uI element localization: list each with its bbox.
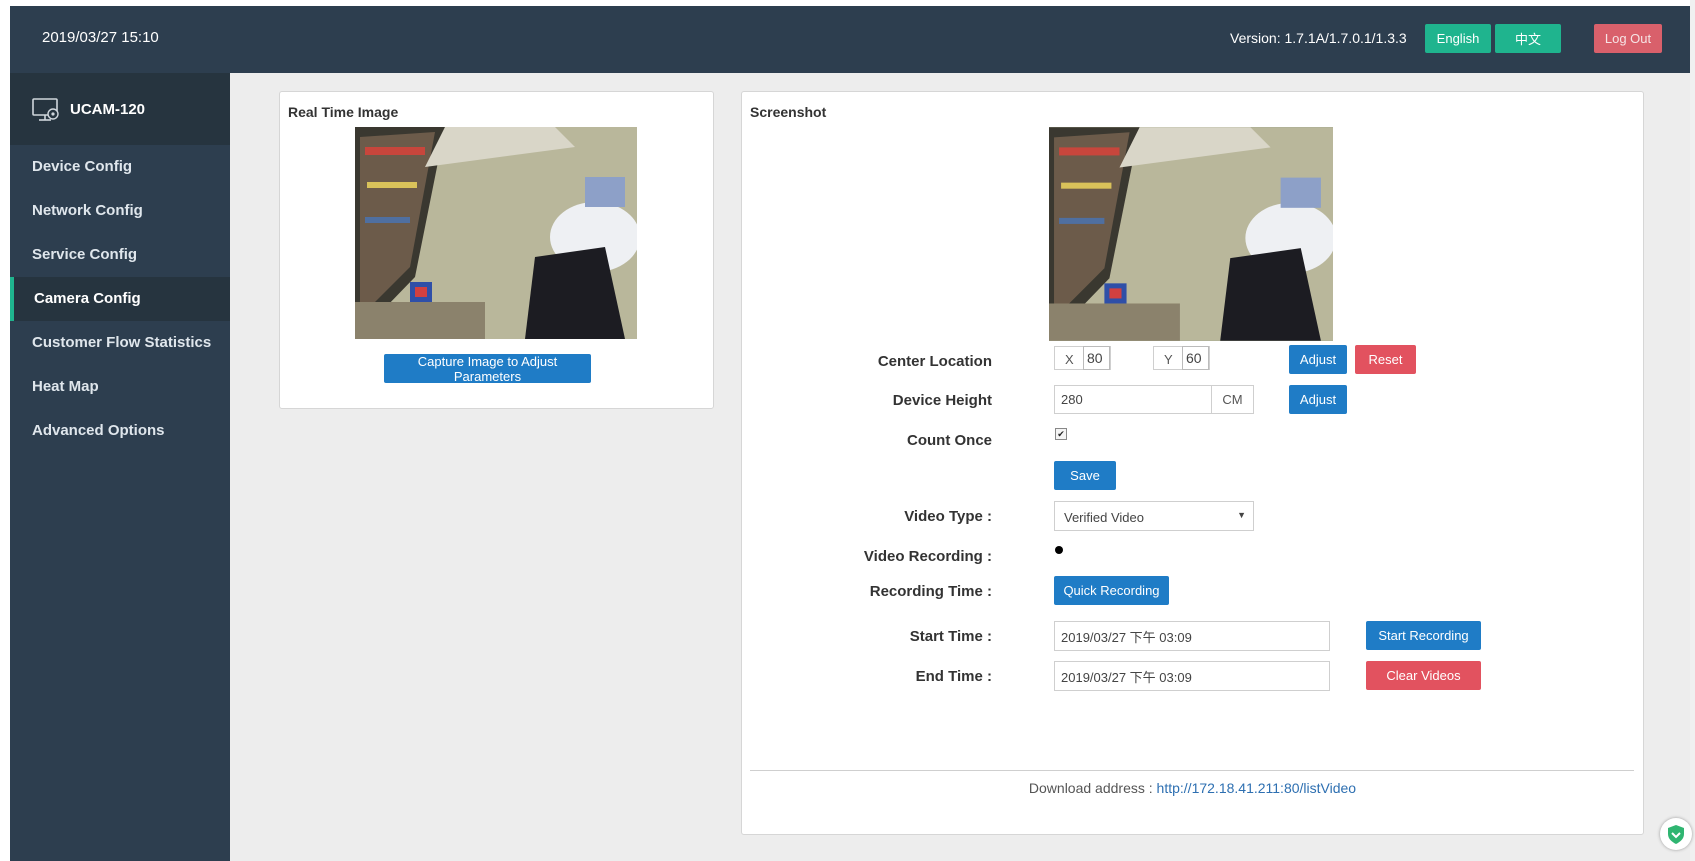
x-label: X: [1065, 352, 1074, 367]
count-once-label: Count Once: [907, 432, 992, 449]
version-info: Version: 1.7.1A/1.7.0.1/1.3.3: [1230, 30, 1407, 46]
sidebar-item-network-config[interactable]: Network Config: [10, 189, 230, 233]
y-coordinate-input[interactable]: [1182, 346, 1209, 370]
video-type-value: Verified Video: [1064, 510, 1144, 525]
sidebar-item-camera-config[interactable]: Camera Config: [10, 277, 230, 321]
current-datetime: 2019/03/27 15:10: [42, 29, 159, 46]
scrollbar[interactable]: [1690, 0, 1695, 861]
adjust-height-button[interactable]: Adjust: [1289, 385, 1347, 414]
video-type-label: Video Type :: [904, 508, 992, 525]
screenshot-camera-image: [1049, 127, 1333, 341]
video-type-select[interactable]: Verified Video ▼: [1054, 501, 1254, 531]
logout-button[interactable]: Log Out: [1594, 24, 1662, 53]
x-coordinate-input[interactable]: [1083, 346, 1110, 370]
video-recording-label: Video Recording :: [863, 548, 992, 565]
sidebar-item-heat-map[interactable]: Heat Map: [10, 365, 230, 409]
start-recording-button[interactable]: Start Recording: [1366, 621, 1481, 650]
real-time-image-panel: Real Time Image Capture Image to Adjust …: [279, 91, 714, 409]
device-height-label: Device Height: [892, 392, 992, 409]
screenshot-title: Screenshot: [750, 104, 827, 120]
app-frame: 2019/03/27 15:10 Version: 1.7.1A/1.7.0.1…: [10, 6, 1690, 861]
save-button[interactable]: Save: [1054, 461, 1116, 490]
start-time-label: Start Time :: [909, 628, 992, 645]
adjust-center-button[interactable]: Adjust: [1289, 345, 1347, 374]
recording-time-label: Recording Time :: [869, 583, 992, 600]
center-location-label: Center Location: [877, 353, 992, 370]
chinese-button[interactable]: 中文: [1495, 24, 1561, 53]
real-time-image-title: Real Time Image: [288, 104, 399, 120]
height-unit: CM: [1211, 385, 1254, 414]
sidebar-item-advanced-options[interactable]: Advanced Options: [10, 409, 230, 453]
top-bar: 2019/03/27 15:10 Version: 1.7.1A/1.7.0.1…: [10, 6, 1690, 73]
clear-videos-button[interactable]: Clear Videos: [1366, 661, 1481, 690]
real-time-camera-image: [355, 127, 637, 339]
recording-status-dot-icon: [1055, 546, 1063, 554]
device-brand: UCAM-120: [10, 73, 230, 145]
download-address-label: Download address :: [1028, 780, 1157, 796]
monitor-gear-icon: [32, 98, 59, 121]
dropdown-arrow-icon: ▼: [1237, 510, 1246, 520]
sidebar-item-customer-flow-statistics[interactable]: Customer Flow Statistics: [10, 321, 230, 365]
y-label: Y: [1164, 352, 1173, 367]
x-coordinate-group: X: [1054, 346, 1111, 370]
quick-recording-button[interactable]: Quick Recording: [1054, 576, 1169, 605]
english-button[interactable]: English: [1425, 24, 1491, 53]
screenshot-panel: Screenshot Center Location X Y Adjust: [741, 91, 1644, 835]
reset-center-button[interactable]: Reset: [1355, 345, 1416, 374]
sidebar-item-service-config[interactable]: Service Config: [10, 233, 230, 277]
end-time-label: End Time :: [915, 668, 992, 685]
end-time-input[interactable]: [1054, 661, 1330, 691]
divider: [750, 770, 1634, 771]
download-link[interactable]: http://172.18.41.211:80/listVideo: [1157, 780, 1357, 796]
count-once-checkbox[interactable]: ✔: [1055, 428, 1067, 440]
download-address: Download address : http://172.18.41.211:…: [742, 780, 1643, 796]
sidebar-nav: Device Config Network Config Service Con…: [10, 145, 230, 453]
capture-image-button[interactable]: Capture Image to Adjust Parameters: [384, 354, 591, 384]
sidebar: UCAM-120 Device Config Network Config Se…: [10, 73, 230, 861]
device-height-input[interactable]: [1054, 385, 1212, 414]
security-shield-icon[interactable]: [1660, 818, 1692, 850]
device-name: UCAM-120: [70, 101, 146, 118]
start-time-input[interactable]: [1054, 621, 1330, 651]
y-coordinate-group: Y: [1153, 346, 1210, 370]
sidebar-item-device-config[interactable]: Device Config: [10, 145, 230, 189]
